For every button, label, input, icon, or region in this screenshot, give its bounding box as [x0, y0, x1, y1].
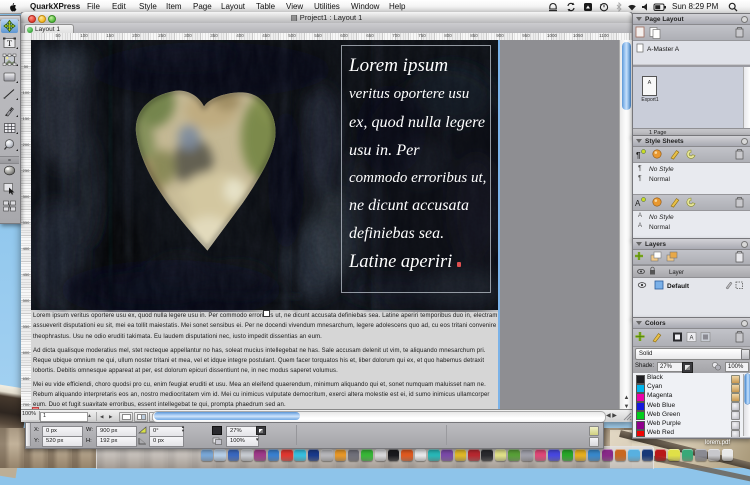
svg-text:Layer: Layer [669, 270, 684, 276]
svg-text:A: A [635, 199, 641, 208]
svg-text:¶: ¶ [636, 151, 641, 160]
svg-text:Default: Default [667, 283, 690, 290]
svg-text:A-Master A: A-Master A [647, 46, 680, 53]
svg-text:A: A [690, 336, 694, 342]
svg-text:T: T [7, 38, 13, 48]
